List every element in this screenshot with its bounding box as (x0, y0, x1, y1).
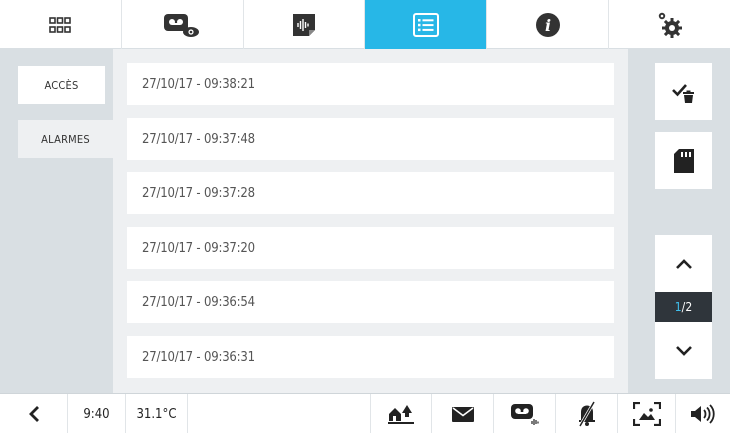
temperature: 31.1°C (126, 394, 188, 433)
sidebar-item-label: ALARMES (41, 132, 90, 146)
mail-icon (451, 406, 474, 422)
check-trash-icon (671, 83, 694, 103)
home-away-button[interactable] (370, 394, 432, 433)
grid-icon (49, 16, 72, 33)
mute-button[interactable] (556, 394, 618, 433)
messages-button[interactable] (432, 394, 494, 433)
tab-settings[interactable] (609, 0, 730, 49)
event-timestamp: 27/10/17 - 09:38:21 (142, 76, 255, 92)
sidebar-item-label: ACCÈS (44, 78, 79, 92)
list-icon (412, 12, 439, 37)
picture-frame-icon (632, 402, 661, 426)
list-item[interactable]: 27/10/17 - 09:37:28 (127, 172, 614, 214)
chevron-down-icon (675, 345, 692, 356)
volume-button[interactable] (676, 394, 730, 433)
list-item[interactable]: 27/10/17 - 09:38:21 (127, 63, 614, 105)
delete-checked-button[interactable] (655, 63, 712, 120)
page-current: 1 (674, 300, 682, 314)
event-timestamp: 27/10/17 - 09:36:54 (142, 294, 255, 310)
event-timestamp: 27/10/17 - 09:36:31 (142, 349, 255, 365)
video-message-button[interactable] (494, 394, 556, 433)
page-indicator: 1/2 (655, 292, 712, 322)
list-item[interactable]: 27/10/17 - 09:36:31 (127, 336, 614, 378)
volume-icon (691, 404, 715, 424)
event-timestamp: 27/10/17 - 09:37:48 (142, 131, 255, 147)
gear-icon (658, 12, 682, 38)
time-display: 9:40 (83, 406, 110, 422)
svg-text:i: i (545, 16, 551, 35)
back-icon (28, 406, 39, 422)
sidebar-item-acces[interactable]: ACCÈS (18, 66, 105, 104)
list-item[interactable]: 27/10/17 - 09:37:48 (127, 118, 614, 160)
tab-video-memory[interactable] (122, 0, 244, 49)
main-area: ACCÈS ALARMES 27/10/17 - 09:38:21 27/10/… (0, 49, 730, 393)
tab-information[interactable]: i (487, 0, 610, 49)
sidebar: ACCÈS ALARMES (0, 49, 113, 393)
clock: 9:40 (68, 394, 126, 433)
chevron-up-icon (675, 258, 692, 269)
page-up-button[interactable] (655, 235, 712, 292)
page-down-button[interactable] (655, 322, 712, 379)
top-tab-bar: i (0, 0, 730, 49)
temperature-display: 31.1°C (136, 406, 177, 422)
event-list: 27/10/17 - 09:38:21 27/10/17 - 09:37:48 … (113, 49, 628, 393)
action-panel: 1/2 (628, 49, 730, 393)
mute-bell-icon (578, 401, 595, 427)
list-item[interactable]: 27/10/17 - 09:36:54 (127, 281, 614, 323)
tab-audio-message[interactable] (244, 0, 366, 49)
status-bar: 9:40 31.1°C (0, 393, 730, 433)
list-item[interactable]: 27/10/17 - 09:37:20 (127, 227, 614, 269)
back-button[interactable] (0, 394, 68, 433)
sd-card-icon (673, 148, 694, 173)
tab-event-list[interactable] (365, 0, 488, 49)
home-away-icon (388, 405, 414, 424)
video-eye-icon (164, 13, 200, 37)
tab-apps-grid[interactable] (0, 0, 122, 49)
page-total: 2 (685, 300, 693, 314)
pager: 1/2 (655, 235, 712, 379)
picture-frame-button[interactable] (618, 394, 676, 433)
event-timestamp: 27/10/17 - 09:37:20 (142, 240, 255, 256)
info-icon: i (535, 12, 560, 37)
sd-card-button[interactable] (655, 132, 712, 189)
video-message-icon (510, 404, 539, 425)
sidebar-item-alarmes[interactable]: ALARMES (18, 120, 113, 158)
event-timestamp: 27/10/17 - 09:37:28 (142, 185, 255, 201)
audio-note-icon (293, 13, 316, 36)
